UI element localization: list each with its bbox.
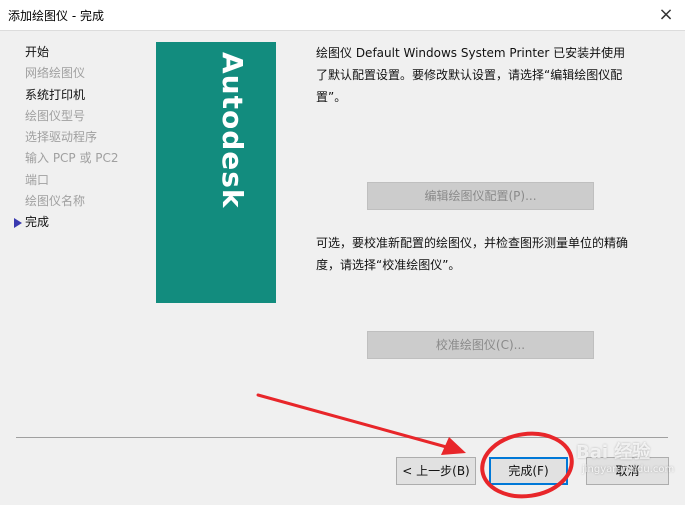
step-plotter-model: 绘图仪型号 — [16, 106, 146, 127]
step-label: 系统打印机 — [25, 87, 86, 102]
step-plotter-name: 绘图仪名称 — [16, 191, 146, 212]
install-message: 绘图仪 Default Windows System Printer 已安装并使… — [316, 46, 626, 104]
window-title: 添加绘图仪 - 完成 — [8, 9, 104, 23]
watermark-text: Bai 经验 — [576, 442, 651, 463]
step-finish: 完成 — [14, 212, 146, 233]
step-label: 完成 — [25, 215, 50, 230]
watermark-url: jingyan.baidu.com — [582, 464, 675, 475]
step-label: 输入 PCP 或 PC2 — [25, 151, 119, 166]
calibrate-message: 可选，要校准新配置的绘图仪，并检查图形测量单位的精确度，请选择“校准绘图仪”。 — [316, 236, 629, 272]
annotation-arrowhead-icon — [441, 437, 466, 455]
step-start: 开始 — [16, 42, 146, 63]
step-import-pcp: 输入 PCP 或 PC2 — [16, 148, 146, 169]
footer-divider — [16, 437, 668, 438]
step-network-plotter: 网络绘图仪 — [16, 63, 146, 84]
back-button[interactable]: < 上一步(B) — [396, 457, 476, 485]
step-label: 绘图仪型号 — [25, 108, 86, 123]
edit-plotter-config-button[interactable]: 编辑绘图仪配置(P)... — [367, 182, 594, 210]
autodesk-logo: Autodesk — [216, 52, 249, 209]
step-port: 端口 — [16, 170, 146, 191]
step-label: 开始 — [25, 45, 50, 59]
step-label: 绘图仪名称 — [25, 194, 86, 209]
title-bar: 添加绘图仪 - 完成 × — [0, 0, 685, 31]
close-icon[interactable]: × — [653, 2, 679, 28]
step-label: 选择驱动程序 — [25, 130, 98, 145]
step-label: 端口 — [25, 172, 50, 187]
current-step-arrow-icon — [14, 218, 22, 229]
step-label: 网络绘图仪 — [25, 66, 86, 81]
step-select-driver: 选择驱动程序 — [16, 127, 146, 148]
wizard-steps: 开始 网络绘图仪 系统打印机 绘图仪型号 选择驱动程序 输入 PCP 或 PC2… — [14, 42, 146, 234]
finish-button[interactable]: 完成(F) — [489, 457, 568, 485]
annotation-arrow-icon — [256, 393, 452, 450]
baidu-watermark: Bai 经验 jingyan.baidu.com — [576, 428, 676, 488]
calibrate-plotter-button[interactable]: 校准绘图仪(C)... — [367, 331, 594, 359]
step-system-printer: 系统打印机 — [16, 85, 146, 106]
brand-panel: Autodesk — [156, 42, 276, 303]
